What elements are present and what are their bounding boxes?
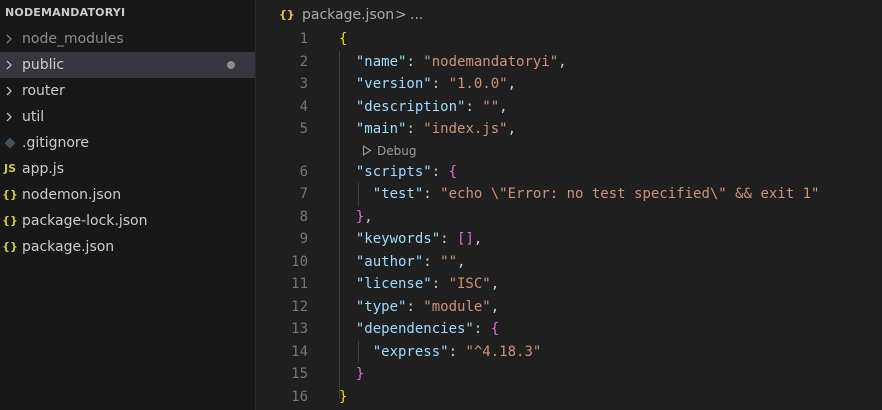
code-line[interactable]: 8 }, xyxy=(257,206,882,229)
json-key: "keywords" xyxy=(355,231,441,247)
code-line[interactable]: 13 "dependencies": { xyxy=(257,318,882,341)
tree-item-label: package-lock.json xyxy=(22,213,148,229)
line-number: 3 xyxy=(299,76,308,92)
code-line[interactable]: 4 "description": "", xyxy=(257,96,882,119)
code-line[interactable]: 11 "license": "ISC", xyxy=(257,273,882,296)
modified-dot-icon xyxy=(227,61,235,69)
tree-file-package-json[interactable]: {} package.json xyxy=(0,234,255,260)
line-number: 13 xyxy=(291,321,308,337)
json-file-icon: {} xyxy=(2,240,18,253)
tree-item-label: package.json xyxy=(22,239,115,255)
json-string: "echo \"Error: no test specified\" && ex… xyxy=(440,186,820,202)
tree-item-label: router xyxy=(22,83,65,99)
line-number: 6 xyxy=(299,163,308,180)
json-key: "name" xyxy=(355,53,407,70)
brace: } xyxy=(355,366,365,382)
explorer-folder-title[interactable]: NODEMANDATORYI xyxy=(0,0,255,26)
chevron-right-icon xyxy=(4,52,16,78)
json-string: "ISC" xyxy=(448,276,491,292)
json-string: "" xyxy=(482,98,500,115)
code-line[interactable]: 3 "version": "1.0.0", xyxy=(257,73,882,96)
json-file-icon: {} xyxy=(279,8,295,21)
json-key: "version" xyxy=(355,76,432,92)
code-line[interactable]: 14 "express": "^4.18.3" xyxy=(257,341,882,364)
tree-item-label: .gitignore xyxy=(22,135,89,151)
line-number: 15 xyxy=(291,366,308,382)
tree-item-label: nodemon.json xyxy=(22,187,122,203)
tree-folder-public[interactable]: public xyxy=(0,52,255,78)
json-string: "^4.18.3" xyxy=(465,343,542,360)
chevron-right-icon xyxy=(4,104,16,130)
json-key: "scripts" xyxy=(355,163,432,180)
code-line[interactable]: 1{ xyxy=(257,28,882,51)
json-file-icon: {} xyxy=(2,214,18,227)
line-number: 10 xyxy=(291,253,308,270)
line-number: 1 xyxy=(299,31,308,47)
json-key: "license" xyxy=(355,276,432,292)
brace: { xyxy=(490,321,500,337)
line-number: 5 xyxy=(299,121,308,137)
brackets: [] xyxy=(457,231,474,247)
code-line[interactable]: 15 } xyxy=(257,363,882,386)
tree-item-label: util xyxy=(22,109,45,125)
code-line[interactable]: 2 "name": "nodemandatoryi", xyxy=(257,51,882,74)
json-string: "index.js" xyxy=(423,121,508,137)
json-string: "nodemandatoryi" xyxy=(423,53,559,70)
code-line[interactable]: 10 "author": "", xyxy=(257,251,882,274)
json-key: "author" xyxy=(355,253,424,270)
code-line[interactable]: 16} xyxy=(257,386,882,409)
chevron-right-icon xyxy=(4,26,16,52)
tree-folder-router[interactable]: router xyxy=(0,78,255,104)
code-line[interactable]: 7 "test": "echo \"Error: no test specifi… xyxy=(257,183,882,206)
editor-pane[interactable]: {} package.json > ... 1{ 2 "name": "node… xyxy=(257,0,882,410)
line-number: 4 xyxy=(299,98,308,115)
json-key: "type" xyxy=(355,298,407,315)
tree-item-label: public xyxy=(22,57,65,73)
js-file-icon: JS xyxy=(3,162,16,175)
tree-file-gitignore[interactable]: .gitignore xyxy=(0,130,255,156)
line-number: 2 xyxy=(299,53,308,70)
chevron-right-icon xyxy=(4,78,16,104)
brace: { xyxy=(448,163,458,180)
play-icon xyxy=(362,144,372,156)
code-area[interactable]: 1{ 2 "name": "nodemandatoryi", 3 "versio… xyxy=(257,28,882,408)
explorer-sidebar: NODEMANDATORYI node_modules public route… xyxy=(0,0,256,410)
code-line[interactable]: 5 "main": "index.js", xyxy=(257,118,882,141)
json-key: "main" xyxy=(355,121,407,137)
breadcrumb-symbols[interactable]: ... xyxy=(410,0,423,30)
brace: } xyxy=(339,388,348,405)
tree-file-app-js[interactable]: JS app.js xyxy=(0,156,255,182)
json-string: "" xyxy=(440,253,458,270)
debug-label[interactable]: Debug xyxy=(377,144,416,158)
line-number: 9 xyxy=(299,231,308,247)
brace: { xyxy=(339,31,348,47)
line-number: 8 xyxy=(299,208,308,225)
breadcrumb-file[interactable]: package.json xyxy=(302,0,394,30)
debug-codelens[interactable]: Debug xyxy=(257,141,882,161)
tree-file-nodemon-json[interactable]: {} nodemon.json xyxy=(0,182,255,208)
code-line[interactable]: 12 "type": "module", xyxy=(257,296,882,319)
json-key: "test" xyxy=(372,186,424,202)
tree-item-label: app.js xyxy=(22,161,64,177)
tree-folder-util[interactable]: util xyxy=(0,104,255,130)
json-key: "express" xyxy=(372,343,449,360)
line-number: 11 xyxy=(291,276,308,292)
json-file-icon: {} xyxy=(2,188,18,201)
tree-file-package-lock-json[interactable]: {} package-lock.json xyxy=(0,208,255,234)
json-string: "module" xyxy=(423,298,491,315)
breadcrumb: {} package.json > ... xyxy=(257,0,882,30)
tree-item-label: node_modules xyxy=(22,31,124,47)
line-number: 16 xyxy=(291,388,308,405)
json-string: "1.0.0" xyxy=(448,76,508,92)
line-number: 14 xyxy=(291,343,308,360)
gitignore-icon xyxy=(1,130,19,156)
breadcrumb-separator: > xyxy=(395,7,407,23)
line-number: 12 xyxy=(291,298,308,315)
tree-folder-node-modules[interactable]: node_modules xyxy=(0,26,255,52)
line-number: 7 xyxy=(299,186,308,202)
code-line[interactable]: 9 "keywords": [], xyxy=(257,228,882,251)
json-key: "description" xyxy=(355,98,466,115)
code-line[interactable]: 6 "scripts": { xyxy=(257,161,882,184)
json-key: "dependencies" xyxy=(355,321,474,337)
